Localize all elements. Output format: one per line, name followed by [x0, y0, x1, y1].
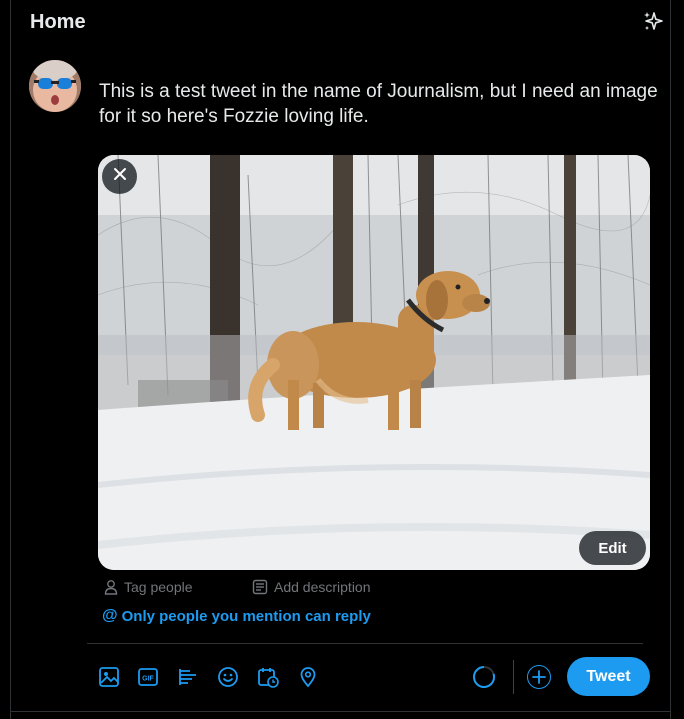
left-border: [10, 0, 11, 719]
add-tweet-button[interactable]: [527, 665, 551, 689]
at-icon: @: [102, 607, 118, 624]
attached-image: [98, 155, 650, 570]
close-icon: [112, 166, 128, 187]
poll-icon[interactable]: [176, 665, 200, 689]
tweet-button[interactable]: Tweet: [567, 657, 650, 696]
tweet-text-input[interactable]: This is a test tweet in the name of Jour…: [99, 79, 659, 129]
person-icon: [104, 580, 118, 595]
gif-label: GIF: [142, 676, 154, 683]
remove-media-button[interactable]: [102, 159, 137, 194]
schedule-icon[interactable]: [256, 665, 280, 689]
add-description-label: Add description: [274, 579, 371, 595]
reply-setting-button[interactable]: @ Only people you mention can reply: [102, 607, 371, 625]
tag-people-label: Tag people: [124, 579, 193, 595]
emoji-icon[interactable]: [216, 665, 240, 689]
character-count-ring: [472, 665, 496, 689]
image-icon[interactable]: [97, 665, 121, 689]
sparkle-icon[interactable]: [641, 10, 665, 34]
avatar[interactable]: [29, 60, 81, 112]
tag-people-button[interactable]: Tag people: [104, 578, 193, 596]
toolbar-separator: [513, 660, 514, 694]
add-description-button[interactable]: Add description: [252, 578, 371, 596]
edit-media-button[interactable]: Edit: [579, 531, 646, 565]
page-title: Home: [30, 11, 86, 33]
description-icon: [252, 579, 268, 595]
header: Home: [11, 0, 670, 44]
gif-icon[interactable]: GIF: [136, 665, 160, 689]
bottom-border: [11, 711, 670, 712]
reply-setting-label: Only people you mention can reply: [121, 607, 371, 625]
divider: [87, 643, 643, 644]
plus-icon: [532, 670, 546, 684]
location-icon[interactable]: [296, 665, 320, 689]
right-border: [670, 0, 671, 719]
